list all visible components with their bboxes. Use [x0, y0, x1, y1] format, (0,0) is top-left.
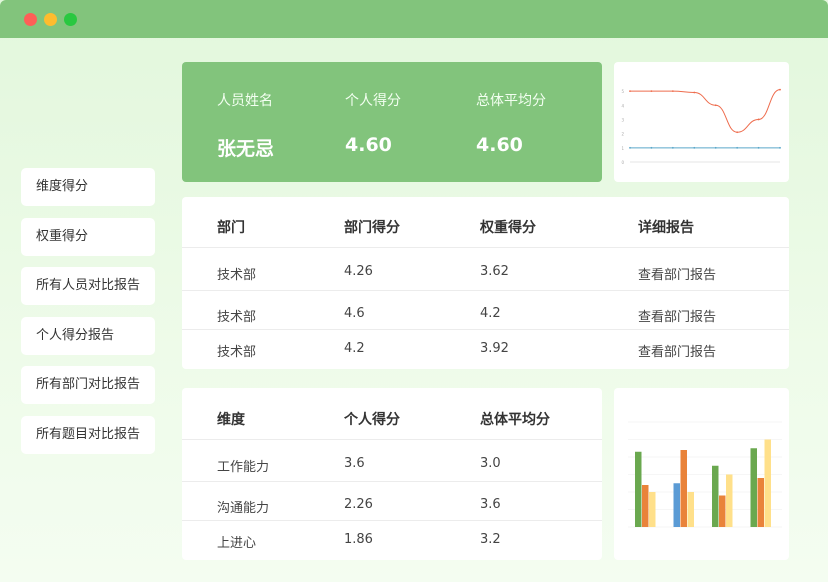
bar: [680, 450, 687, 527]
line-point: [629, 146, 631, 149]
line-point: [629, 90, 631, 92]
bar: [635, 451, 642, 527]
y-tick-label: 5: [621, 89, 624, 94]
dept-header-department: 部门: [217, 220, 245, 236]
dept-row3-department: 技术部: [217, 345, 257, 360]
line-chart: 5 4 3 2 1 0: [621, 88, 781, 165]
dept-row3-dept-score: 4.2: [344, 341, 365, 356]
y-tick-label: 0: [621, 160, 624, 165]
bar: [757, 478, 764, 527]
dept-row1-department: 技术部: [217, 268, 257, 283]
bar: [649, 492, 656, 527]
sidebar-item-weight-score[interactable]: 权重得分: [21, 217, 155, 256]
line-point: [757, 146, 760, 149]
summary-score: 个人得分 4.60: [345, 90, 401, 156]
line-series-1: [630, 89, 781, 133]
dim-row3-average-score: 3.2: [480, 532, 501, 547]
line-point: [693, 146, 696, 149]
line-chart-card: 5 4 3 2 1 0: [614, 62, 789, 182]
score-value: 4.60: [345, 134, 392, 156]
divider: [182, 329, 789, 330]
bar: [687, 492, 694, 527]
divider: [182, 290, 789, 291]
dim-row2-average-score: 3.6: [480, 497, 501, 512]
dept-row1-weight-score: 3.62: [480, 264, 509, 279]
line-point: [714, 104, 717, 107]
bar-chart-card: [614, 388, 789, 560]
dim-row1-dimension: 工作能力: [217, 460, 270, 475]
dept-row1-report-link[interactable]: 查看部门报告: [638, 264, 716, 283]
bar: [712, 465, 719, 527]
bar: [673, 483, 680, 527]
line-point: [779, 146, 781, 149]
line-point: [736, 131, 739, 134]
dimension-table: 维度 个人得分 总体平均分 工作能力 3.6 3.0 沟通能力 2.26 3.6…: [182, 388, 602, 560]
dept-header-weight-score: 权重得分: [480, 220, 536, 236]
line-point: [779, 88, 781, 91]
sidebar-item-all-staff-compare[interactable]: 所有人员对比报告: [21, 267, 155, 305]
average-label: 总体平均分: [476, 93, 546, 109]
sidebar-menu: 维度得分 权重得分 所有人员对比报告 个人得分报告 所有部门对比报告 所有题目对…: [21, 168, 155, 465]
window-titlebar: [0, 0, 828, 38]
department-table: 部门 部门得分 权重得分 详细报告 技术部 4.26 3.62 查看部门报告 技…: [182, 197, 789, 369]
divider: [182, 520, 602, 521]
bar: [764, 439, 771, 527]
line-point: [714, 146, 717, 149]
score-label: 个人得分: [345, 93, 401, 109]
dept-row1-dept-score: 4.26: [344, 264, 373, 279]
y-tick-label: 1: [621, 146, 624, 151]
dept-row2-department: 技术部: [217, 310, 257, 325]
summary-card: 人员姓名 张无忌 个人得分 4.60 总体平均分 4.60: [182, 62, 602, 182]
line-point: [693, 91, 696, 94]
dim-header-dimension: 维度: [217, 412, 245, 428]
line-point: [650, 146, 653, 149]
y-tick-label: 4: [621, 103, 624, 108]
sidebar-item-dimension-score[interactable]: 维度得分: [21, 168, 155, 206]
dept-header-dept-score: 部门得分: [344, 220, 400, 236]
dept-row3-report-link[interactable]: 查看部门报告: [638, 341, 716, 360]
dim-header-average-score: 总体平均分: [480, 412, 550, 428]
dept-row2-weight-score: 4.2: [480, 306, 501, 321]
summary-name: 人员姓名 张无忌: [217, 90, 274, 161]
maximize-window-button[interactable]: [64, 13, 77, 26]
dim-row3-personal-score: 1.86: [344, 532, 373, 547]
bar: [726, 474, 733, 527]
bar-chart: [628, 421, 782, 528]
dept-row3-weight-score: 3.92: [480, 341, 509, 356]
bar: [642, 485, 649, 527]
dim-header-personal-score: 个人得分: [344, 412, 400, 428]
y-tick-label: 3: [621, 117, 624, 122]
line-point: [671, 146, 674, 149]
dim-row3-dimension: 上进心: [217, 536, 257, 551]
name-label: 人员姓名: [217, 93, 273, 109]
bar: [719, 495, 726, 527]
dim-row1-average-score: 3.0: [480, 456, 501, 471]
divider: [182, 247, 789, 248]
dim-row2-dimension: 沟通能力: [217, 501, 270, 516]
dim-row1-personal-score: 3.6: [344, 456, 365, 471]
close-window-button[interactable]: [24, 13, 37, 26]
divider: [182, 439, 602, 440]
average-value: 4.60: [476, 134, 523, 156]
dept-header-detail: 详细报告: [638, 220, 694, 236]
sidebar-item-all-dept-compare[interactable]: 所有部门对比报告: [21, 366, 155, 404]
dept-row2-report-link[interactable]: 查看部门报告: [638, 306, 716, 325]
line-point: [671, 90, 674, 92]
dim-row2-personal-score: 2.26: [344, 497, 373, 512]
y-tick-label: 2: [621, 132, 624, 137]
line-point: [650, 90, 653, 92]
bar: [750, 448, 757, 527]
divider: [182, 481, 602, 482]
sidebar-item-personal-report[interactable]: 个人得分报告: [21, 316, 155, 355]
name-value: 张无忌: [217, 138, 275, 160]
summary-average: 总体平均分 4.60: [476, 90, 546, 156]
dept-row2-dept-score: 4.6: [344, 306, 365, 321]
minimize-window-button[interactable]: [44, 13, 57, 26]
line-point: [736, 146, 739, 149]
line-point: [757, 118, 760, 121]
sidebar-item-all-questions-compare[interactable]: 所有题目对比报告: [21, 415, 155, 454]
